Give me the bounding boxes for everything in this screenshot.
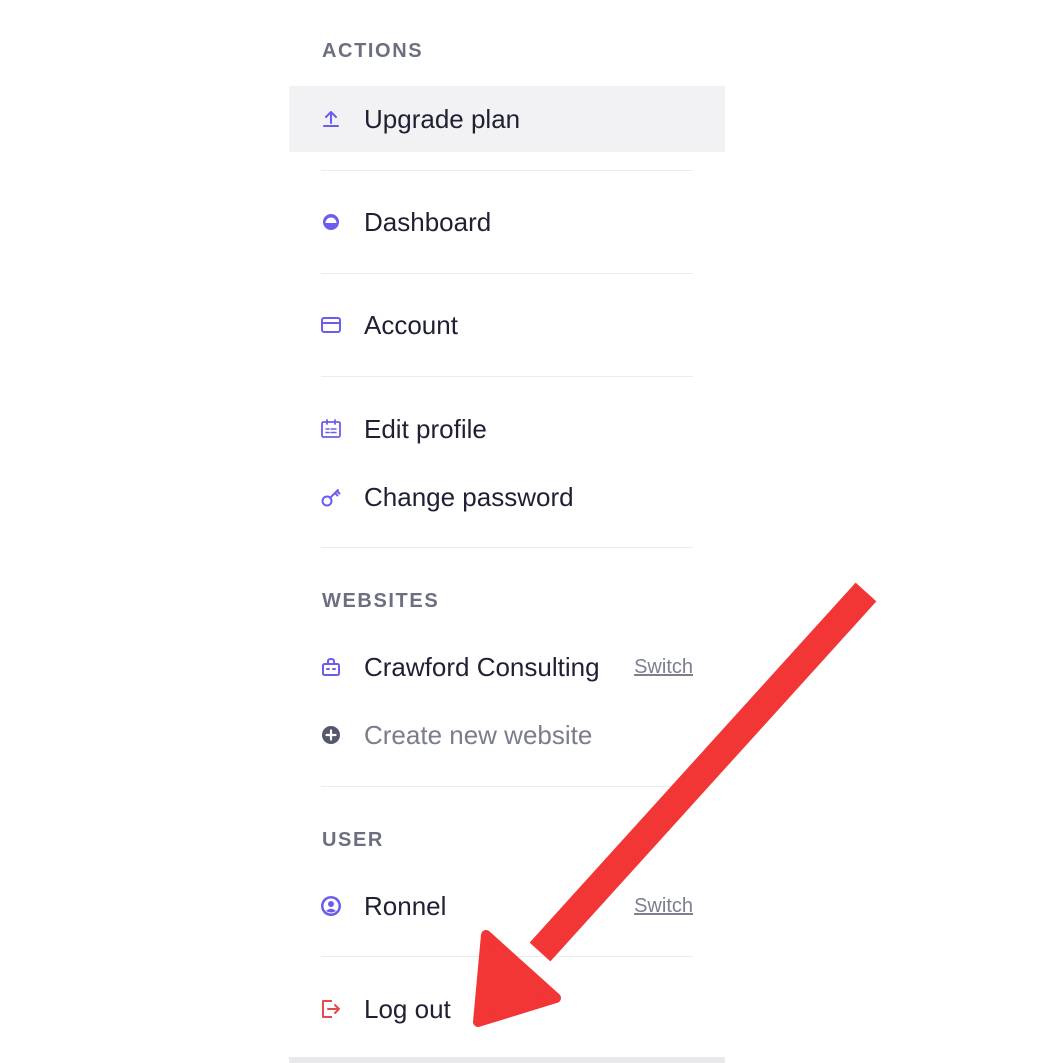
user-circle-icon: [320, 895, 342, 917]
account-label: Account: [364, 309, 458, 340]
websites-section-header: WEBSITES: [322, 590, 440, 612]
create-new-website-menu-item[interactable]: Create new website: [289, 702, 725, 768]
dashboard-menu-item[interactable]: Dashboard: [289, 189, 725, 255]
account-menu-item[interactable]: Account: [289, 292, 725, 358]
dashboard-gauge-icon: [320, 211, 342, 233]
menu-bottom-edge: [289, 1057, 725, 1063]
change-password-menu-item[interactable]: Change password: [289, 464, 725, 530]
upload-icon: [320, 108, 342, 130]
divider: [321, 547, 693, 548]
current-user-label: Ronnel: [364, 890, 447, 921]
divider: [321, 956, 693, 957]
actions-section-header: ACTIONS: [322, 40, 424, 62]
account-dropdown-menu: ACTIONS Upgrade plan Dashboard Account E…: [289, 0, 725, 1063]
credit-card-icon: [320, 314, 342, 336]
divider: [321, 786, 693, 787]
user-section-header: USER: [322, 829, 384, 851]
store-icon: [320, 656, 342, 678]
upgrade-plan-label: Upgrade plan: [364, 103, 521, 134]
divider: [321, 170, 693, 171]
upgrade-plan-menu-item[interactable]: Upgrade plan: [289, 86, 725, 152]
current-user-menu-item[interactable]: Ronnel Switch: [289, 873, 725, 939]
id-card-icon: [320, 418, 342, 440]
plus-circle-icon: [320, 724, 342, 746]
dashboard-label: Dashboard: [364, 206, 492, 237]
edit-profile-menu-item[interactable]: Edit profile: [289, 396, 725, 462]
current-website-label: Crawford Consulting: [364, 651, 600, 682]
log-out-menu-item[interactable]: Log out: [289, 976, 725, 1042]
create-new-website-label: Create new website: [364, 719, 593, 750]
switch-website-link[interactable]: Switch: [634, 656, 693, 679]
logout-icon: [320, 998, 342, 1020]
key-icon: [320, 486, 342, 508]
switch-user-link[interactable]: Switch: [634, 895, 693, 918]
edit-profile-label: Edit profile: [364, 413, 487, 444]
change-password-label: Change password: [364, 481, 574, 512]
page: ACTIONS Upgrade plan Dashboard Account E…: [0, 0, 1063, 1063]
divider: [321, 376, 693, 377]
divider: [321, 273, 693, 274]
current-website-menu-item[interactable]: Crawford Consulting Switch: [289, 634, 725, 700]
log-out-label: Log out: [364, 993, 451, 1024]
